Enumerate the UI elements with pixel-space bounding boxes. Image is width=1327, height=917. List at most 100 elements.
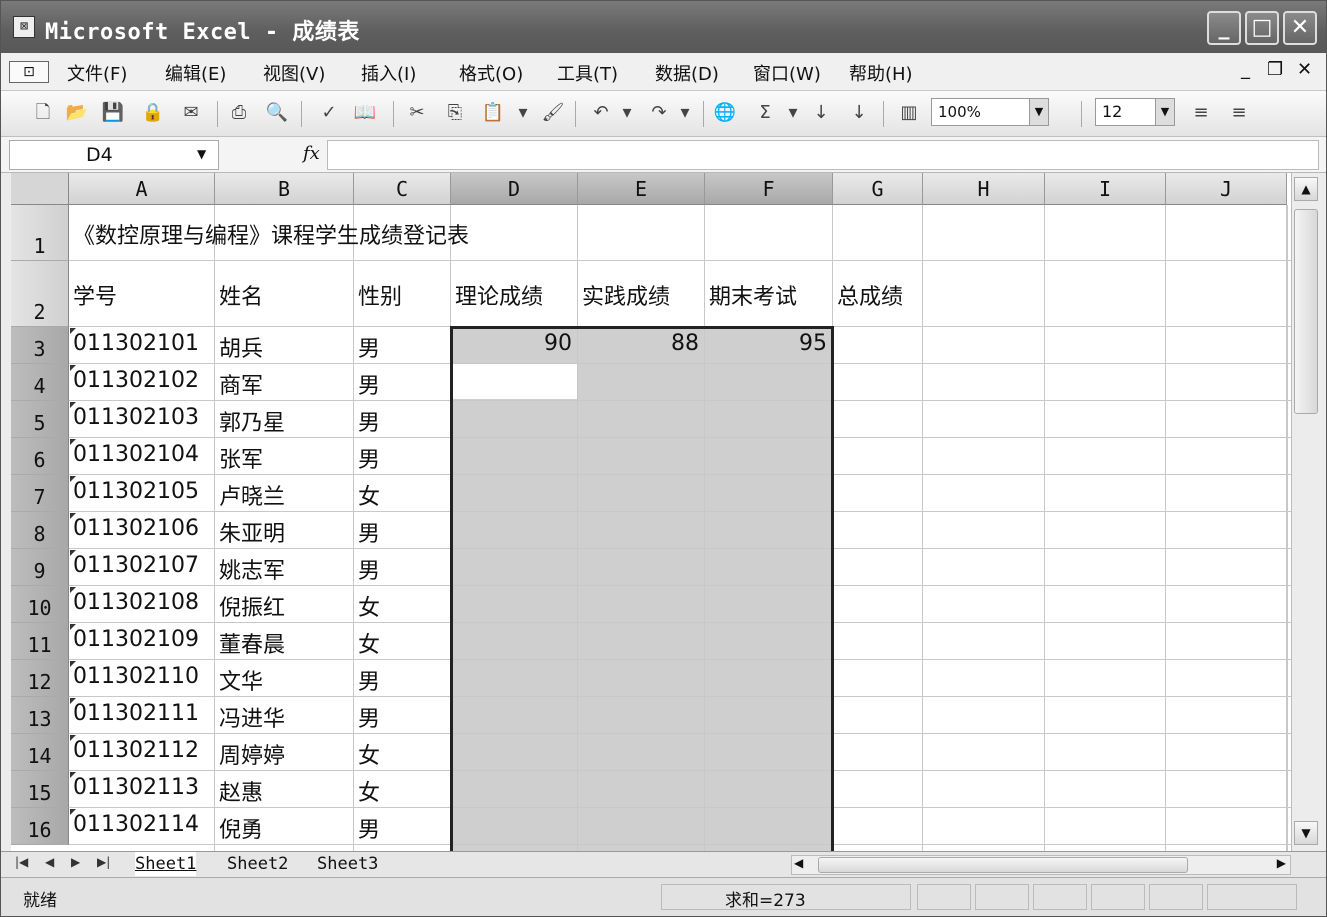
header-cell[interactable]: 总成绩 xyxy=(837,279,903,311)
scroll-down-icon[interactable]: ▼ xyxy=(1294,821,1318,845)
menu-edit[interactable]: 编辑(E) xyxy=(165,60,226,86)
autosum-dropdown-icon[interactable]: ▾ xyxy=(781,101,805,125)
row-header-2[interactable]: 2 xyxy=(11,261,69,327)
menu-window[interactable]: 窗口(W) xyxy=(753,60,821,86)
chart-wizard-icon[interactable]: ▥ xyxy=(897,101,921,125)
header-cell[interactable]: 期末考试 xyxy=(709,279,797,311)
sort-descending-icon[interactable]: ↓ xyxy=(847,101,871,125)
student-name-cell[interactable]: 董春晨 xyxy=(219,627,285,659)
practice-score-cell[interactable]: 88 xyxy=(578,331,699,356)
zoom-select[interactable]: 100% ▼ xyxy=(931,98,1049,126)
student-name-cell[interactable]: 冯进华 xyxy=(219,701,285,733)
student-name-cell[interactable]: 张军 xyxy=(219,442,263,474)
spelling-icon[interactable]: ✓ xyxy=(317,101,341,125)
student-name-cell[interactable]: 倪勇 xyxy=(219,812,263,844)
menu-file[interactable]: 文件(F) xyxy=(67,60,127,86)
paste-icon[interactable]: 📋 xyxy=(481,101,505,125)
student-name-cell[interactable]: 赵惠 xyxy=(219,775,263,807)
theory-score-cell[interactable]: 90 xyxy=(451,331,572,356)
formula-input[interactable] xyxy=(327,140,1319,170)
horizontal-scroll-thumb[interactable] xyxy=(818,857,1188,873)
student-gender-cell[interactable]: 女 xyxy=(358,775,380,807)
header-cell[interactable]: 理论成绩 xyxy=(455,279,543,311)
sort-ascending-icon[interactable]: ↓ xyxy=(809,101,833,125)
workbook-icon[interactable]: ⊡ xyxy=(9,61,49,83)
student-id-cell[interactable]: 011302104 xyxy=(73,442,199,467)
student-gender-cell[interactable]: 女 xyxy=(358,479,380,511)
doc-close-icon[interactable]: ✕ xyxy=(1297,59,1312,80)
student-name-cell[interactable]: 郭乃星 xyxy=(219,405,285,437)
zoom-dropdown-icon[interactable]: ▼ xyxy=(1029,99,1048,125)
student-name-cell[interactable]: 文华 xyxy=(219,664,263,696)
row-header-5[interactable]: 5 xyxy=(11,401,69,438)
row-header-9[interactable]: 9 xyxy=(11,549,69,586)
format-painter-icon[interactable]: 🖌 xyxy=(541,101,565,125)
next-sheet-icon[interactable]: ▶ xyxy=(71,855,80,869)
horizontal-scrollbar[interactable]: ◀ ▶ xyxy=(791,855,1291,875)
scroll-up-icon[interactable]: ▲ xyxy=(1294,177,1318,201)
student-gender-cell[interactable]: 男 xyxy=(358,405,380,437)
student-name-cell[interactable]: 胡兵 xyxy=(219,331,263,363)
research-icon[interactable]: 📖 xyxy=(353,101,377,125)
student-name-cell[interactable]: 倪振红 xyxy=(219,590,285,622)
doc-restore-icon[interactable]: ❐ xyxy=(1267,59,1283,80)
row-header-11[interactable]: 11 xyxy=(11,623,69,660)
close-button[interactable]: ✕ xyxy=(1283,11,1317,45)
student-gender-cell[interactable]: 男 xyxy=(358,553,380,585)
student-gender-cell[interactable]: 男 xyxy=(358,664,380,696)
print-preview-icon[interactable]: 🔍 xyxy=(265,101,289,125)
scroll-right-icon[interactable]: ▶ xyxy=(1277,856,1286,870)
student-gender-cell[interactable]: 男 xyxy=(358,516,380,548)
save-icon[interactable]: 💾 xyxy=(101,101,125,125)
menu-data[interactable]: 数据(D) xyxy=(655,60,719,86)
hyperlink-icon[interactable]: 🌐 xyxy=(713,101,737,125)
student-id-cell[interactable]: 011302108 xyxy=(73,590,199,615)
student-id-cell[interactable]: 011302103 xyxy=(73,405,199,430)
column-header-a[interactable]: A xyxy=(69,173,215,205)
column-header-b[interactable]: B xyxy=(215,173,354,205)
name-box[interactable]: D4 xyxy=(9,140,219,170)
student-id-cell[interactable]: 011302105 xyxy=(73,479,199,504)
worksheet-grid[interactable]: A B C D E F G H I J 1 2 3 4 5 6 7 8 9 10 11 12 13 14 15 16 《数控原理与编… xyxy=(11,173,1291,851)
column-header-f[interactable]: F xyxy=(705,173,833,205)
row-header-3[interactable]: 3 xyxy=(11,327,69,364)
doc-minimize-icon[interactable]: _ xyxy=(1241,59,1250,80)
student-gender-cell[interactable]: 女 xyxy=(358,590,380,622)
scroll-left-icon[interactable]: ◀ xyxy=(794,856,803,870)
menu-insert[interactable]: 插入(I) xyxy=(361,60,416,86)
paste-dropdown-icon[interactable]: ▾ xyxy=(511,101,535,125)
student-id-cell[interactable]: 011302107 xyxy=(73,553,199,578)
align-left-icon[interactable]: ≡ xyxy=(1189,101,1213,125)
student-gender-cell[interactable]: 男 xyxy=(358,368,380,400)
font-size-dropdown-icon[interactable]: ▼ xyxy=(1155,99,1174,125)
undo-icon[interactable]: ↶ xyxy=(589,101,613,125)
header-cell[interactable]: 姓名 xyxy=(219,279,263,311)
student-gender-cell[interactable]: 男 xyxy=(358,331,380,363)
student-name-cell[interactable]: 姚志军 xyxy=(219,553,285,585)
student-gender-cell[interactable]: 女 xyxy=(358,627,380,659)
first-sheet-icon[interactable]: |◀ xyxy=(15,855,28,869)
student-name-cell[interactable]: 朱亚明 xyxy=(219,516,285,548)
student-id-cell[interactable]: 011302113 xyxy=(73,775,199,800)
student-id-cell[interactable]: 011302110 xyxy=(73,664,199,689)
student-id-cell[interactable]: 011302111 xyxy=(73,701,199,726)
row-header-15[interactable]: 15 xyxy=(11,771,69,808)
header-cell[interactable]: 实践成绩 xyxy=(582,279,670,311)
column-header-j[interactable]: J xyxy=(1166,173,1287,205)
column-header-h[interactable]: H xyxy=(923,173,1045,205)
column-header-e[interactable]: E xyxy=(578,173,705,205)
row-header-10[interactable]: 10 xyxy=(11,586,69,623)
menu-view[interactable]: 视图(V) xyxy=(263,60,325,86)
row-header-6[interactable]: 6 xyxy=(11,438,69,475)
header-cell[interactable]: 学号 xyxy=(73,279,117,311)
copy-icon[interactable]: ⎘ xyxy=(443,101,467,125)
column-header-g[interactable]: G xyxy=(833,173,923,205)
redo-icon[interactable]: ↷ xyxy=(647,101,671,125)
menu-tools[interactable]: 工具(T) xyxy=(557,60,618,86)
student-id-cell[interactable]: 011302102 xyxy=(73,368,199,393)
row-header-13[interactable]: 13 xyxy=(11,697,69,734)
header-cell[interactable]: 性别 xyxy=(358,279,402,311)
student-gender-cell[interactable]: 男 xyxy=(358,701,380,733)
row-header-8[interactable]: 8 xyxy=(11,512,69,549)
column-header-c[interactable]: C xyxy=(354,173,451,205)
